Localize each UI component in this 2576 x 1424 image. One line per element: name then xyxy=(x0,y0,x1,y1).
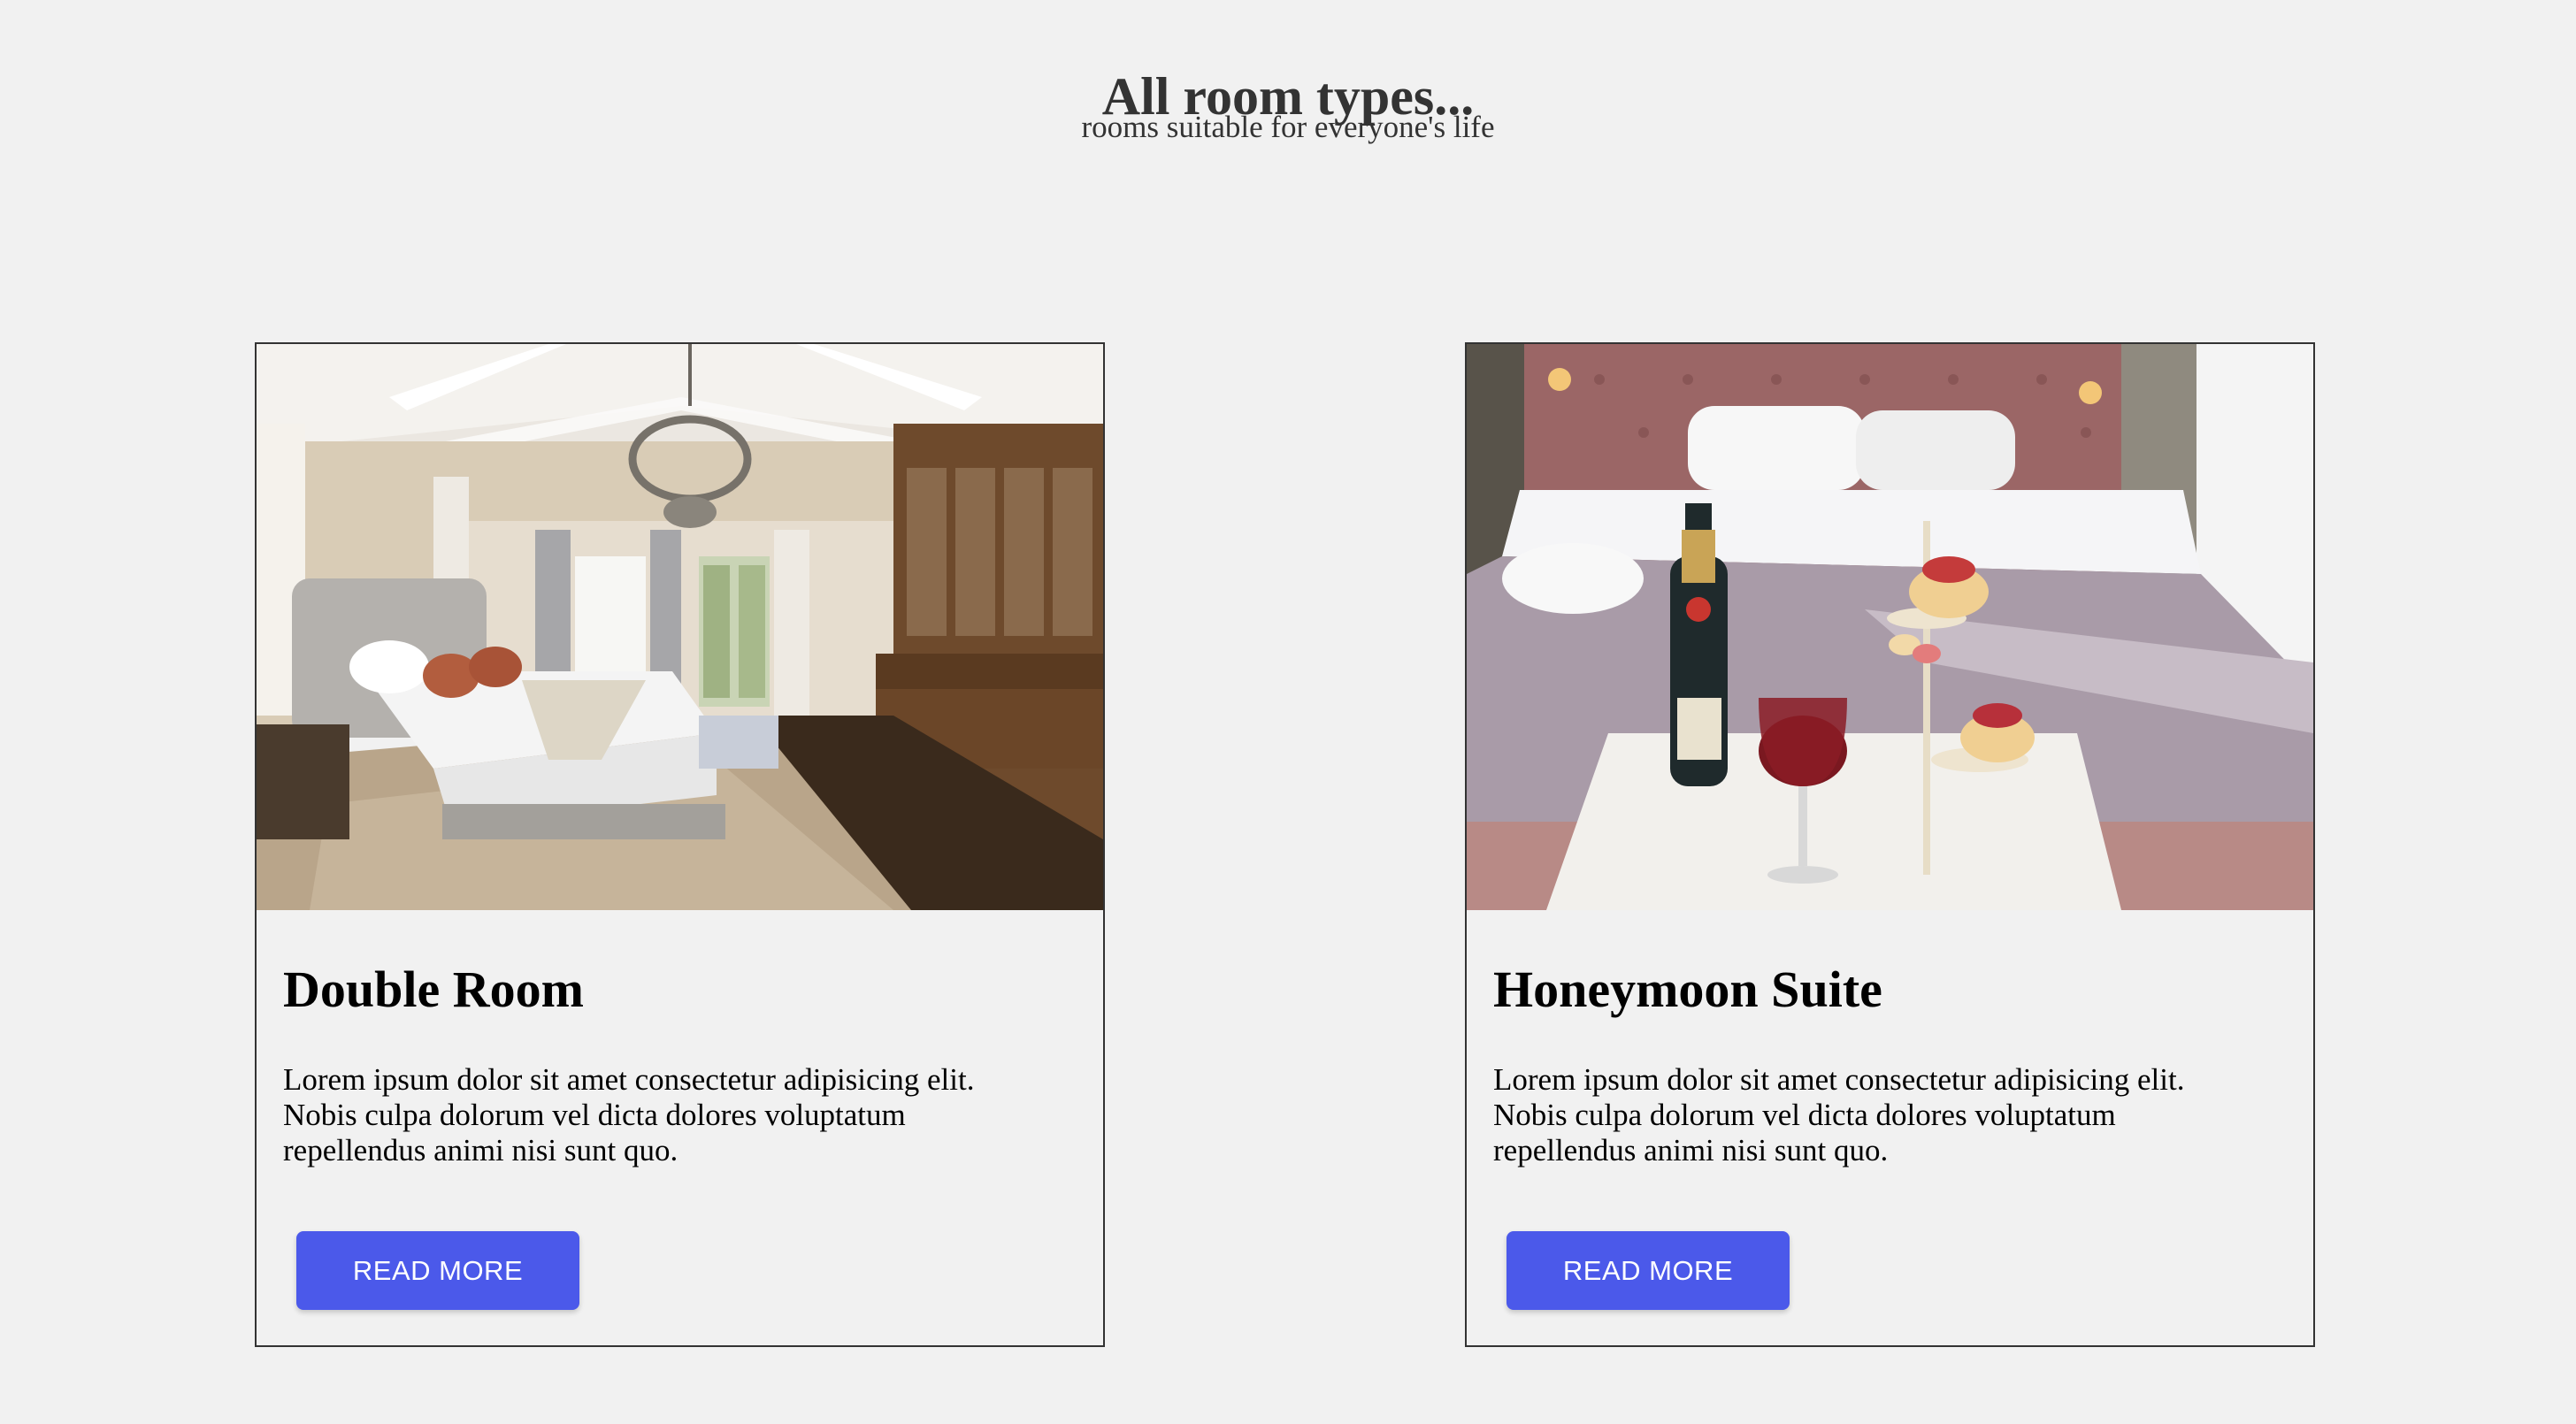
card-title: Honeymoon Suite xyxy=(1493,961,1882,1018)
room-card-honeymoon-suite: Honeymoon Suite Lorem ipsum dolor sit am… xyxy=(1465,342,2315,1347)
bedroom-photo xyxy=(257,344,1103,910)
room-card-double-room: Double Room Lorem ipsum dolor sit amet c… xyxy=(255,342,1105,1347)
read-more-button[interactable]: READ MORE xyxy=(296,1231,579,1310)
card-description: Lorem ipsum dolor sit amet consectetur a… xyxy=(1493,1062,2185,1168)
card-description: Lorem ipsum dolor sit amet consectetur a… xyxy=(283,1062,975,1168)
card-title: Double Room xyxy=(283,961,584,1018)
read-more-button[interactable]: READ MORE xyxy=(1506,1231,1790,1310)
suite-photo xyxy=(1467,344,2313,910)
page-subtitle: rooms suitable for everyone's life xyxy=(1081,110,1495,144)
